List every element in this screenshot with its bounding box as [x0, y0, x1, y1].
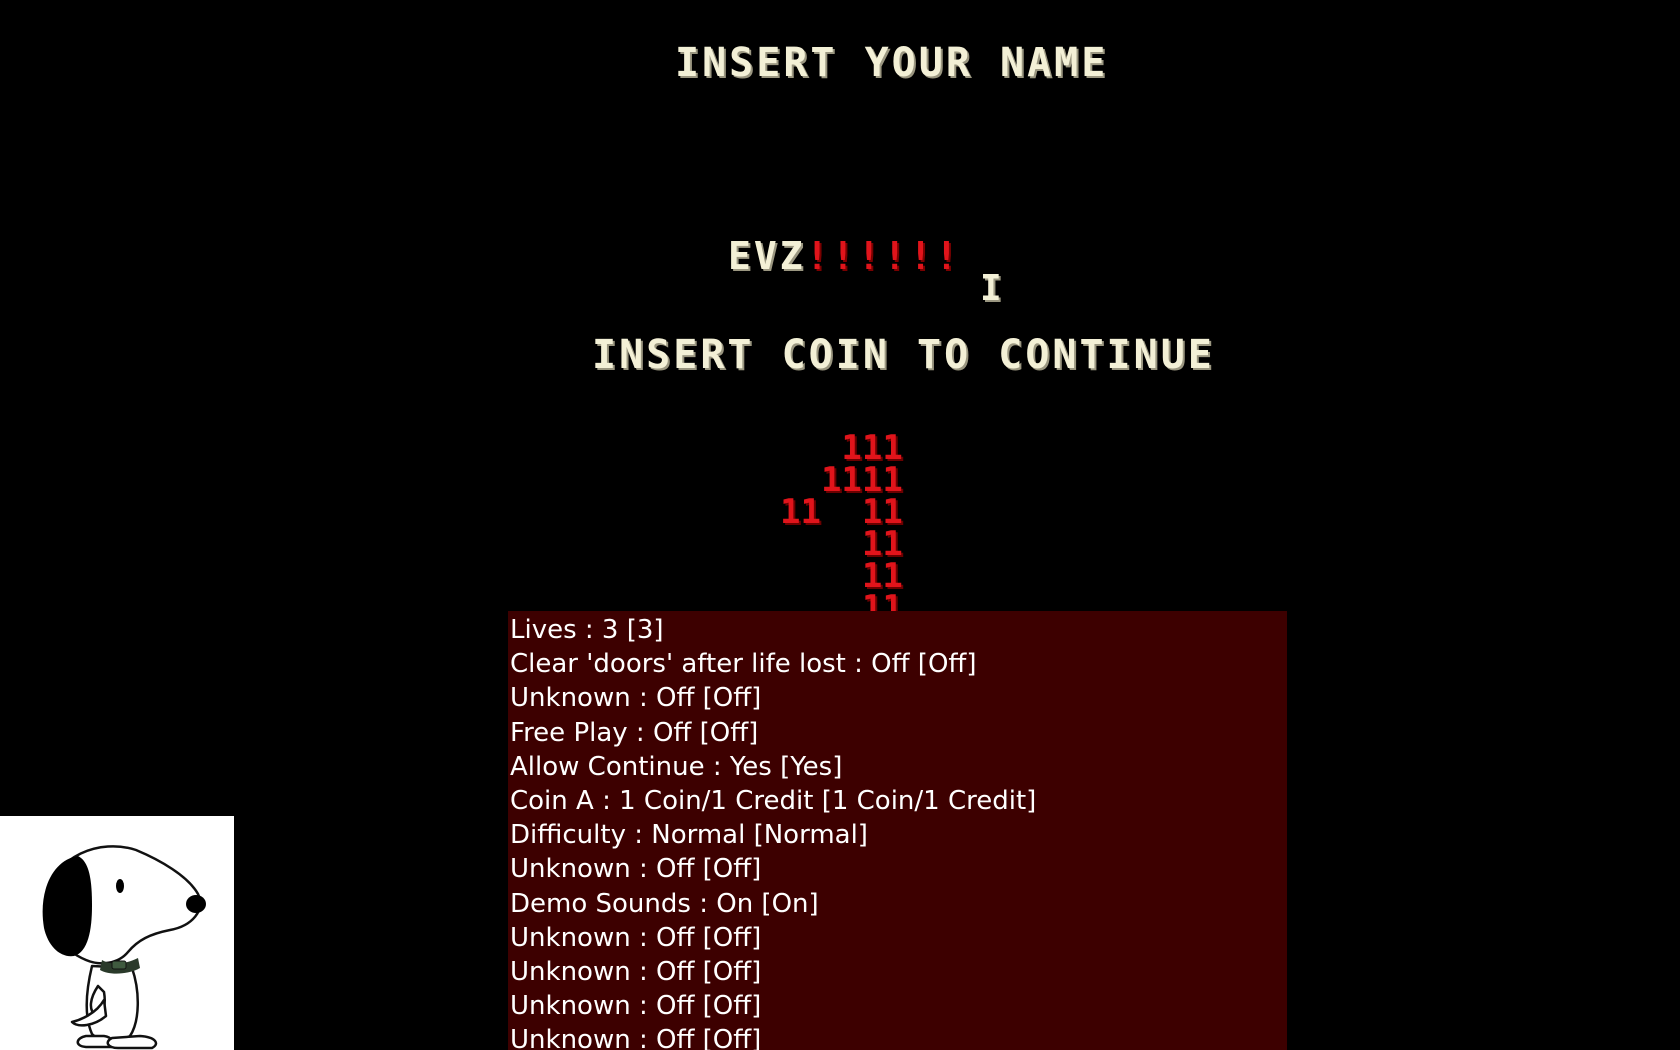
dip-item-unknown[interactable]: Unknown : Off [Off]: [510, 955, 1036, 989]
dip-item-unknown[interactable]: Unknown : Off [Off]: [510, 1023, 1036, 1050]
dip-item-demo-sounds[interactable]: Demo Sounds : On [On]: [510, 887, 1036, 921]
dip-switch-list: Lives : 3 [3] Clear 'doors' after life l…: [510, 613, 1036, 1050]
dip-item-unknown[interactable]: Unknown : Off [Off]: [510, 989, 1036, 1023]
dip-item-allow-continue[interactable]: Allow Continue : Yes [Yes]: [510, 750, 1036, 784]
name-entry: EVZ!!!!!!: [728, 234, 961, 278]
beagle-mascot-icon: [42, 845, 206, 1050]
dip-item-unknown[interactable]: Unknown : Off [Off]: [510, 852, 1036, 886]
name-cursor: I: [980, 268, 1005, 309]
name-pending: !!!!!!: [805, 234, 961, 278]
dip-item-coin-a[interactable]: Coin A : 1 Coin/1 Credit [1 Coin/1 Credi…: [510, 784, 1036, 818]
title-insert-your-name: INSERT YOUR NAME: [675, 40, 1109, 86]
dip-item-unknown[interactable]: Unknown : Off [Off]: [510, 921, 1036, 955]
dip-item-unknown[interactable]: Unknown : Off [Off]: [510, 681, 1036, 715]
mascot-frame: [0, 816, 234, 1050]
dip-switch-overlay: Lives : 3 [3] Clear 'doors' after life l…: [508, 611, 1287, 1050]
dip-item-clear-doors[interactable]: Clear 'doors' after life lost : Off [Off…: [510, 647, 1036, 681]
name-entered: EVZ: [728, 234, 806, 278]
dip-item-lives[interactable]: Lives : 3 [3]: [510, 613, 1036, 647]
continue-prompt: INSERT COIN TO CONTINUE: [592, 332, 1215, 378]
dip-item-difficulty[interactable]: Difficulty : Normal [Normal]: [510, 818, 1036, 852]
dip-item-free-play[interactable]: Free Play : Off [Off]: [510, 716, 1036, 750]
